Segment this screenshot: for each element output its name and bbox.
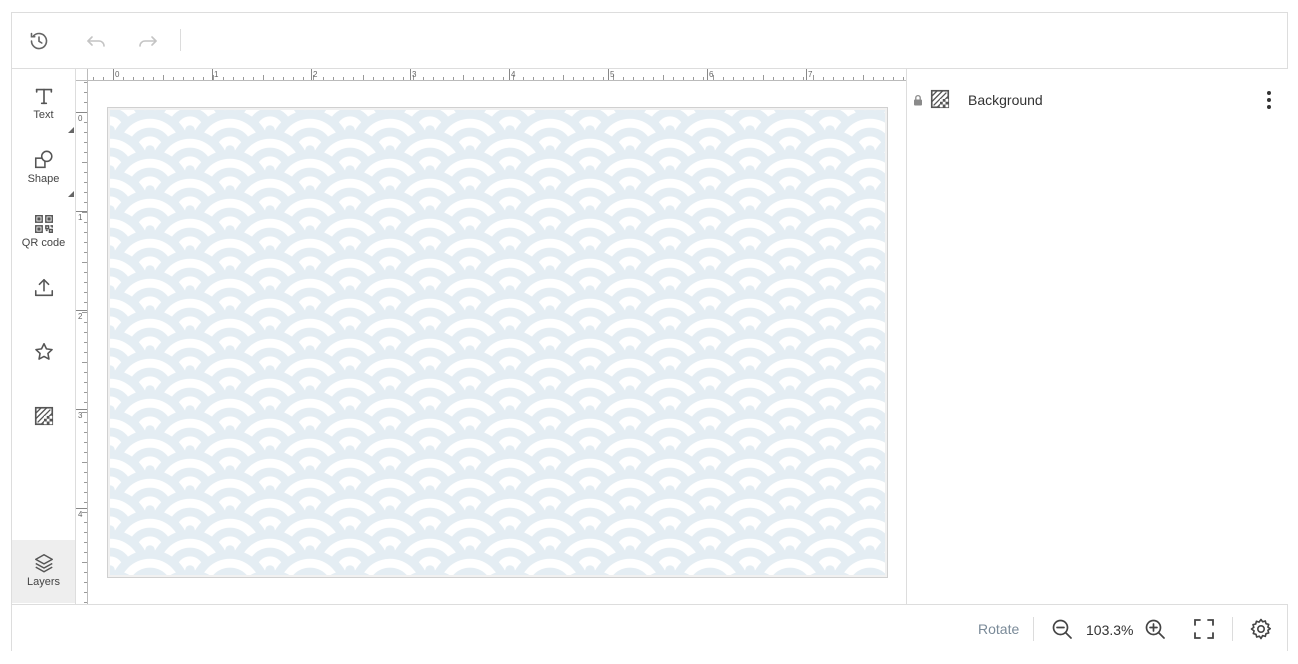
ruler-label: 1 (214, 70, 219, 79)
layers-panel: Background (906, 69, 1288, 604)
zoom-level: 103.3% (1086, 622, 1134, 638)
redo-button[interactable] (134, 27, 162, 55)
history-button[interactable] (25, 27, 53, 55)
text-icon (35, 88, 52, 105)
bottom-divider (1232, 617, 1233, 641)
qr-code-tool-button[interactable]: QR code (12, 201, 75, 261)
bottom-divider (1033, 617, 1034, 641)
bottom-toolbar: Rotate 103.3% (12, 604, 1287, 651)
vertical-ruler: 0 1 2 3 4 (76, 81, 88, 604)
ruler-label: 2 (313, 70, 318, 79)
ruler-label: 3 (78, 411, 83, 420)
background-tool-button[interactable] (12, 393, 75, 453)
layers-tab-label: Layers (26, 576, 61, 588)
horizontal-ruler: 0 1 2 3 4 5 6 7 (76, 69, 906, 81)
seigaiha-pattern (110, 110, 885, 575)
upload-tool-button[interactable] (12, 265, 75, 325)
zoom-out-icon[interactable] (1050, 617, 1074, 641)
submenu-indicator (68, 191, 74, 197)
qr-code-tool-label: QR code (21, 237, 66, 249)
history-icon (30, 32, 48, 50)
layers-icon (34, 554, 53, 573)
undo-button[interactable] (82, 27, 110, 55)
ruler-corner (76, 69, 88, 81)
layers-tab-button[interactable]: Layers (12, 540, 75, 603)
qr-code-icon (34, 215, 53, 233)
lock-icon[interactable] (912, 94, 924, 106)
settings-gear-icon[interactable] (1249, 617, 1273, 641)
shape-icon (34, 150, 53, 169)
canvas-area[interactable]: 0 1 2 3 4 5 6 7 0 1 2 3 4 (76, 69, 906, 604)
ruler-label: 1 (78, 213, 83, 222)
layer-row[interactable]: Background (907, 87, 1288, 111)
design-page[interactable] (110, 110, 885, 575)
shape-tool-label: Shape (27, 173, 60, 185)
left-toolbar: Text Shape QR code Layers (12, 69, 76, 604)
shape-tool-button[interactable]: Shape (12, 137, 75, 197)
undo-icon (87, 36, 105, 47)
toolbar-divider (180, 29, 181, 51)
submenu-indicator (68, 127, 74, 133)
background-icon (930, 89, 950, 109)
more-options-icon[interactable] (1262, 89, 1276, 111)
fit-to-screen-icon[interactable] (1192, 617, 1216, 641)
upload-icon (34, 278, 53, 297)
layer-name: Background (968, 92, 1043, 108)
ruler-label: 7 (808, 70, 813, 79)
rotate-button[interactable]: Rotate (978, 621, 1019, 637)
star-icon (34, 342, 53, 360)
ruler-label: 2 (78, 312, 83, 321)
ruler-label: 3 (412, 70, 417, 79)
ruler-label: 0 (115, 70, 120, 79)
editor-frame: Text Shape QR code Layers 0 1 2 3 4 5 6 … (11, 12, 1288, 651)
background-icon (34, 406, 53, 426)
ruler-label: 4 (511, 70, 516, 79)
favorites-tool-button[interactable] (12, 329, 75, 389)
text-tool-label: Text (33, 109, 54, 121)
ruler-label: 6 (709, 70, 714, 79)
redo-icon (139, 36, 157, 47)
top-toolbar (12, 13, 1287, 69)
ruler-label: 0 (78, 114, 83, 123)
ruler-label: 5 (610, 70, 615, 79)
zoom-in-icon[interactable] (1143, 617, 1167, 641)
text-tool-button[interactable]: Text (12, 73, 75, 133)
ruler-label: 4 (78, 510, 83, 519)
